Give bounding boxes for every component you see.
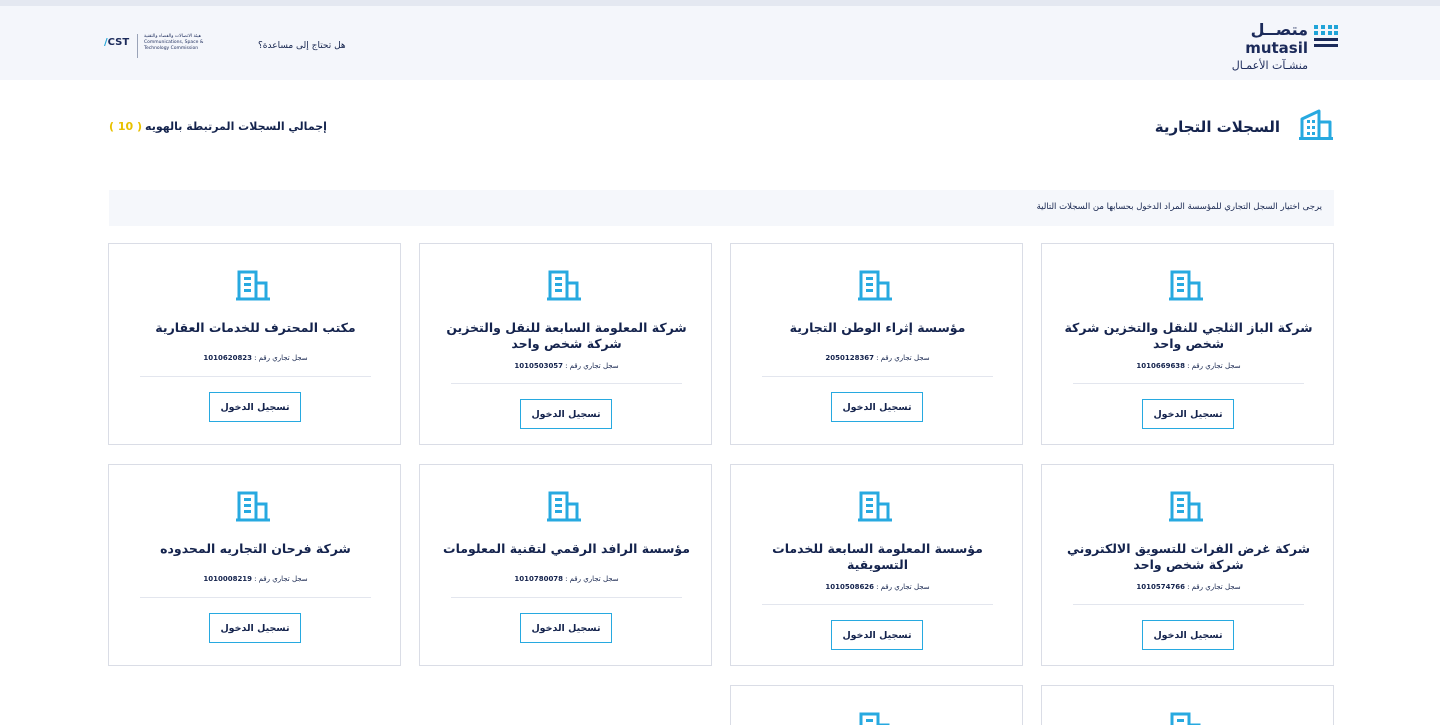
login-button[interactable]: تسجيل الدخول — [831, 620, 923, 650]
record-name: مؤسسة إثراء الوطن التجارية — [789, 320, 966, 335]
total-records-text: إجمالي السجلات المرتبطة بالهويه — [145, 120, 327, 133]
brand-subtitle: منشـآت الأعمـال — [1231, 59, 1308, 72]
record-card: شركة المعلومة السابعة للنقل والتخزين شرك… — [419, 243, 712, 445]
record-number: سجل تجاري رقم :1010508626 — [825, 583, 930, 591]
record-card — [1041, 685, 1334, 725]
building-icon — [858, 491, 892, 522]
building-icon — [1299, 109, 1333, 140]
login-button[interactable]: تسجيل الدخول — [831, 392, 923, 422]
record-number: سجل تجاري رقم :1010503057 — [514, 362, 619, 370]
cst-logo-mark: /CST — [104, 37, 130, 48]
record-name: شركة غرض الفرات للتسويق الالكتروني شركة … — [1066, 541, 1310, 572]
record-name: مكتب المحترف للخدمات العقارية — [155, 320, 356, 335]
login-button[interactable]: تسجيل الدخول — [209, 392, 301, 422]
brand-english-name: mutasil — [1245, 39, 1308, 57]
login-button[interactable]: تسجيل الدخول — [520, 399, 612, 429]
building-icon — [236, 491, 270, 522]
record-number: سجل تجاري رقم :1010574766 — [1136, 583, 1241, 591]
record-number: سجل تجاري رقم :1010008219 — [203, 575, 308, 583]
record-number: سجل تجاري رقم :2050128367 — [825, 354, 930, 362]
record-card: شركة الباز الثلجي للنقل والتخزين شركة شخ… — [1041, 243, 1334, 445]
divider — [1073, 604, 1304, 605]
cst-logo-divider — [137, 34, 138, 58]
record-card: مؤسسة المعلومة السابعة للخدمات التسويقية… — [730, 464, 1023, 666]
record-number: سجل تجاري رقم :1010669638 — [1136, 362, 1241, 370]
divider — [451, 597, 682, 598]
record-name: شركة الباز الثلجي للنقل والتخزين شركة شخ… — [1064, 320, 1313, 351]
cst-logo-text: هيئة الاتصالات والفضاء والتقنية Communic… — [144, 34, 203, 52]
total-records-count: ( 10 ) — [109, 120, 143, 133]
building-icon — [236, 270, 270, 301]
record-name: شركة المعلومة السابعة للنقل والتخزين شرك… — [446, 320, 687, 351]
top-header: متصــل mutasil منشـآت الأعمـال هل تحتاج … — [0, 0, 1440, 80]
record-number: سجل تجاري رقم :1010620823 — [203, 354, 308, 362]
divider — [762, 604, 993, 605]
brand-arabic-name: متصــل — [1250, 20, 1308, 39]
help-link[interactable]: هل تحتاج إلى مساعدة؟ — [258, 41, 346, 51]
record-card: مكتب المحترف للخدمات العقارية سجل تجاري … — [108, 243, 401, 445]
instruction-text: يرجى اختيار السجل التجاري للمؤسسة المراد… — [1036, 202, 1322, 212]
divider — [140, 376, 371, 377]
building-icon — [547, 491, 581, 522]
building-icon — [1170, 712, 1201, 725]
login-button[interactable]: تسجيل الدخول — [1142, 399, 1234, 429]
building-icon — [1169, 270, 1203, 301]
instruction-banner: يرجى اختيار السجل التجاري للمؤسسة المراد… — [109, 190, 1334, 226]
record-card: شركة فرحان التجاريه المحدوده سجل تجاري ر… — [108, 464, 401, 666]
divider — [451, 383, 682, 384]
record-number: سجل تجاري رقم :1010780078 — [514, 575, 619, 583]
building-icon — [858, 270, 892, 301]
divider — [762, 376, 993, 377]
record-name: مؤسسة الرافد الرقمي لتقنية المعلومات — [443, 541, 690, 556]
record-card — [730, 685, 1023, 725]
record-card: مؤسسة إثراء الوطن التجارية سجل تجاري رقم… — [730, 243, 1023, 445]
login-button[interactable]: تسجيل الدخول — [520, 613, 612, 643]
divider — [140, 597, 371, 598]
mutasil-logo[interactable]: متصــل mutasil منشـآت الأعمـال — [1218, 18, 1338, 78]
cst-english-line-2: Technology Commission — [144, 46, 199, 51]
building-icon — [1169, 491, 1203, 522]
record-card: شركة غرض الفرات للتسويق الالكتروني شركة … — [1041, 464, 1334, 666]
total-records-label: إجمالي السجلات المرتبطة بالهويه( 10 ) — [109, 120, 327, 133]
record-name: مؤسسة المعلومة السابعة للخدمات التسويقية — [772, 541, 983, 572]
login-button[interactable]: تسجيل الدخول — [1142, 620, 1234, 650]
divider — [1073, 383, 1304, 384]
cst-logo: /CST هيئة الاتصالات والفضاء والتقنية Com… — [104, 34, 244, 58]
record-name: شركة فرحان التجاريه المحدوده — [160, 541, 351, 556]
building-icon — [547, 270, 581, 301]
login-button[interactable]: تسجيل الدخول — [209, 613, 301, 643]
page-title: السجلات التجارية — [1154, 118, 1280, 136]
mutasil-grid-icon — [1314, 25, 1338, 47]
page-title-row: السجلات التجارية إجمالي السجلات المرتبطة… — [0, 100, 1440, 150]
building-icon — [859, 712, 890, 725]
record-card: مؤسسة الرافد الرقمي لتقنية المعلومات سجل… — [419, 464, 712, 666]
